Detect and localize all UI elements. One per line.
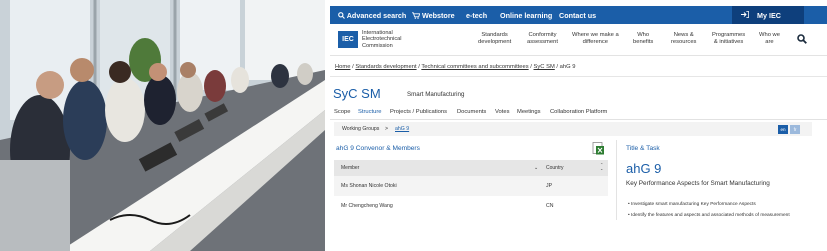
tabs-divider (330, 119, 827, 120)
excel-export-icon[interactable] (592, 142, 604, 155)
nav-who-benefits[interactable]: Who benefits (633, 32, 653, 46)
tab-scope[interactable]: Scope (334, 109, 350, 115)
etech-link[interactable]: e-tech (466, 11, 487, 20)
column-divider (616, 140, 617, 220)
nav-news-resources[interactable]: News & resources (671, 32, 696, 46)
meeting-photo (0, 0, 325, 251)
working-groups-link[interactable]: Working Groups (342, 126, 379, 132)
tab-structure[interactable]: Structure (358, 109, 382, 115)
tab-collaboration-platform[interactable]: Collaboration Platform (550, 109, 607, 115)
online-learning-link[interactable]: Online learning (500, 11, 552, 20)
meeting-photo-image (0, 0, 325, 251)
convenor-section-title: ahG 9 Convenor & Members (336, 145, 420, 152)
committee-code: SyC SM (333, 86, 381, 101)
member-country: JP (546, 183, 553, 189)
nav-standards-development[interactable]: Standards development (478, 32, 511, 46)
advanced-search-label: Advanced search (346, 11, 407, 20)
members-table-header: Member ⌄ Country ⌃ ⌄ (334, 160, 608, 176)
task-bullet: • Investigate smart manufacturing Key Pe… (628, 202, 756, 207)
group-title: Key Performance Aspects for Smart Manufa… (626, 180, 770, 187)
nav-who-we-are[interactable]: Who we are (759, 32, 780, 46)
tab-projects-publications[interactable]: Projects / Publications (390, 109, 447, 115)
divider (330, 76, 827, 77)
lang-fr-button[interactable]: fr (790, 125, 800, 134)
iec-logo[interactable]: IEC (338, 31, 358, 48)
nav-programmes-initiatives[interactable]: Programmes & initiatives (712, 32, 745, 46)
breadcrumb-syc-sm[interactable]: SyC SM (534, 64, 555, 70)
member-name: Mr Chengcheng Wang (341, 203, 393, 209)
search-icon[interactable] (797, 34, 807, 44)
search-icon (338, 12, 345, 19)
tab-meetings[interactable]: Meetings (517, 109, 541, 115)
table-row: Ms Shonan Nicole Otoki JP (334, 176, 608, 196)
tab-documents[interactable]: Documents (457, 109, 486, 115)
group-code: ahG 9 (626, 161, 662, 176)
contact-us-link[interactable]: Contact us (559, 11, 596, 20)
main-header: IEC International Electrotechnical Commi… (330, 24, 827, 56)
advanced-search-link[interactable]: Advanced search (338, 11, 406, 20)
table-row: Mr Chengcheng Wang CN (334, 196, 608, 216)
my-iec-label: My IEC (757, 11, 781, 20)
iec-web-page: Advanced search Webstore e-tech Online l… (330, 0, 827, 251)
my-iec-button[interactable]: My IEC (732, 6, 804, 24)
sort-toggle-icon[interactable]: ⌃ ⌄ (600, 163, 603, 171)
webstore-link[interactable]: Webstore (412, 11, 455, 20)
working-groups-bar: Working Groups > ahG 9 (334, 122, 812, 136)
organisation-name: International Electrotechnical Commissio… (362, 30, 402, 49)
lang-en-button[interactable]: en (778, 125, 788, 134)
login-arrow-icon (741, 11, 750, 20)
nav-conformity-assessment[interactable]: Conformity assessment (527, 32, 558, 46)
cart-icon (412, 12, 421, 19)
nav-where-we-make-a-difference[interactable]: Where we make a difference (572, 32, 619, 46)
task-section-title: Title & Task (626, 145, 660, 152)
breadcrumb: Home / Standards development / Technical… (335, 64, 576, 70)
column-country[interactable]: Country (546, 165, 564, 171)
breadcrumb-standards-development[interactable]: Standards development (355, 64, 416, 70)
webstore-label: Webstore (422, 11, 455, 20)
breadcrumb-home[interactable]: Home (335, 64, 350, 70)
column-member[interactable]: Member (341, 165, 359, 171)
task-bullet: • Identify the features and aspects and … (628, 213, 790, 218)
top-utility-bar: Advanced search Webstore e-tech Online l… (330, 6, 827, 24)
breadcrumb-committees[interactable]: Technical committees and subcommittees (421, 64, 528, 70)
breadcrumb-current: ahG 9 (559, 64, 576, 70)
member-country: CN (546, 203, 554, 209)
screenshot-root: Advanced search Webstore e-tech Online l… (0, 0, 827, 251)
committee-name: Smart Manufacturing (407, 91, 465, 98)
working-group-current[interactable]: ahG 9 (395, 126, 409, 132)
tab-votes[interactable]: Votes (495, 109, 510, 115)
chevron-right-icon: > (385, 126, 389, 132)
member-name: Ms Shonan Nicole Otoki (341, 183, 397, 189)
sort-icon[interactable]: ⌄ (534, 165, 538, 171)
